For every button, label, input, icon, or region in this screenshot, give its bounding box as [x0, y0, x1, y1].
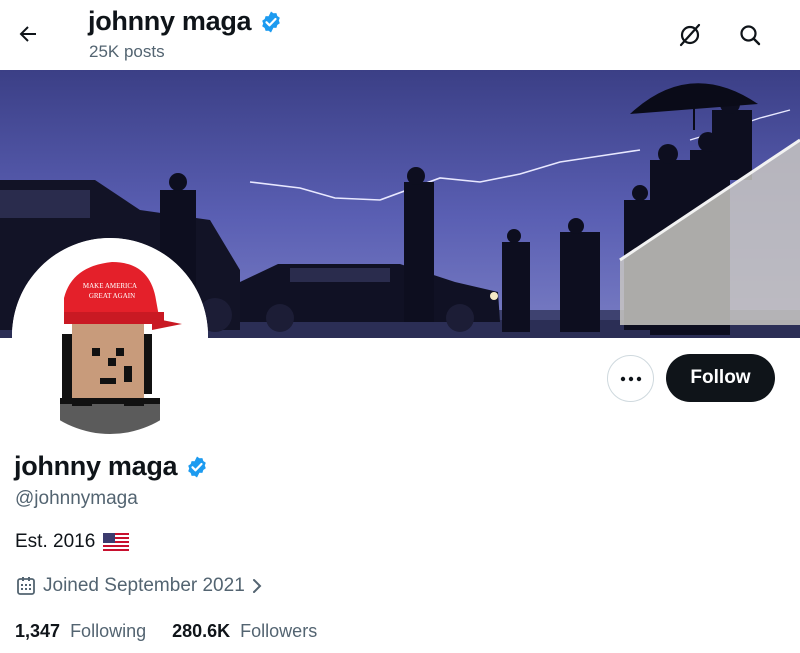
follow-button[interactable]: Follow	[666, 354, 775, 402]
followers-count: 280.6K	[172, 621, 231, 641]
following-label: Following	[70, 621, 147, 641]
following-link[interactable]: 1,347 Following	[15, 621, 146, 642]
more-options-button[interactable]	[607, 355, 654, 402]
arrow-left-icon	[19, 26, 36, 42]
profile-bio: Est. 2016	[15, 531, 130, 553]
follow-stats: 1,347 Following 280.6K Followers	[15, 621, 317, 642]
chevron-right-icon	[252, 579, 262, 593]
profile-name: johnny maga	[14, 451, 178, 481]
followers-label: Followers	[240, 621, 318, 641]
hat-text-line1: MAKE AMERICA	[83, 282, 137, 290]
verified-badge-icon	[188, 456, 207, 477]
followers-link[interactable]: 280.6K Followers	[172, 621, 317, 642]
joined-text: Joined September 2021	[43, 575, 245, 596]
top-bar: johnny maga 25K posts	[0, 0, 800, 70]
bio-text: Est. 2016	[15, 531, 96, 552]
more-icon	[620, 376, 641, 381]
grok-button[interactable]	[673, 18, 707, 52]
search-button[interactable]	[733, 18, 767, 52]
back-button[interactable]	[10, 16, 46, 52]
profile-name-row: johnny maga	[14, 451, 209, 482]
search-icon	[740, 25, 761, 46]
post-count: 25K posts	[89, 42, 165, 61]
grok-icon	[679, 23, 701, 47]
profile-avatar[interactable]: MAKE AMERICA GREAT AGAIN	[12, 238, 208, 434]
header-title: johnny maga	[88, 6, 283, 37]
hat-text-line2: GREAT AGAIN	[89, 292, 135, 300]
following-count: 1,347	[15, 621, 61, 641]
verified-badge-icon	[262, 11, 281, 32]
calendar-icon	[17, 577, 35, 595]
joined-row[interactable]: Joined September 2021	[15, 575, 263, 597]
profile-handle: @johnnymaga	[15, 488, 138, 509]
us-flag-icon	[103, 533, 130, 551]
header-name: johnny maga	[88, 6, 252, 36]
